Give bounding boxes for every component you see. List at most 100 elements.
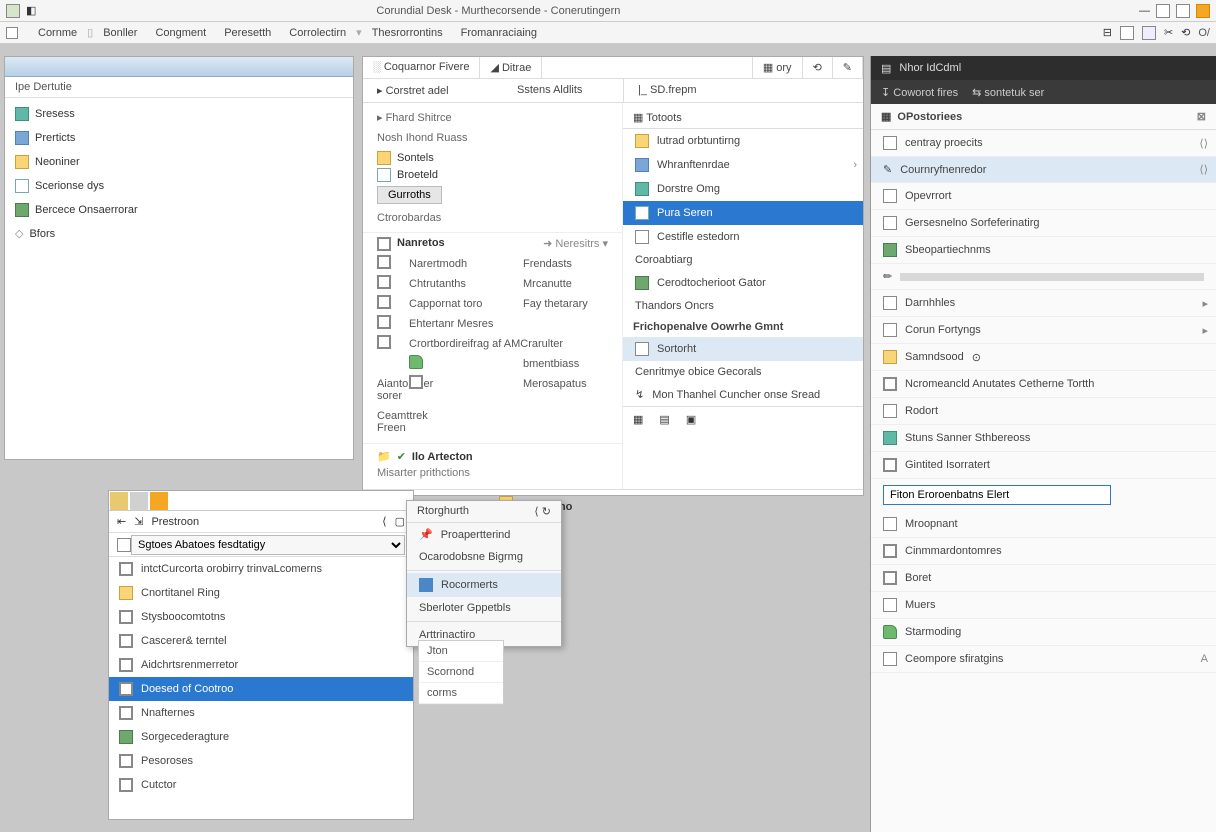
r-item[interactable]: Mroopnant bbox=[871, 511, 1216, 538]
tree-item[interactable]: Sresess bbox=[5, 102, 353, 126]
r-item[interactable]: Cinmmardontomres bbox=[871, 538, 1216, 565]
pin-icon[interactable]: ⇲ bbox=[134, 515, 143, 528]
sub-tab1[interactable]: ▸ Corstret adel bbox=[363, 79, 503, 102]
maximize-icon[interactable] bbox=[1156, 4, 1170, 18]
r-item[interactable]: Starmoding bbox=[871, 619, 1216, 646]
ctx-item[interactable]: 📌Proapertterind bbox=[407, 523, 561, 546]
sub-tab3[interactable]: |_ SD.frepm bbox=[623, 79, 711, 102]
r-item[interactable]: Muers bbox=[871, 592, 1216, 619]
tree-item[interactable]: ◇Bfors bbox=[5, 222, 353, 245]
tool-icon-6[interactable]: O/ bbox=[1198, 27, 1210, 39]
list-item-hl[interactable]: Sortorht bbox=[623, 337, 863, 361]
list-item[interactable]: intctCurcorta orobirry trinvaLcomerns bbox=[109, 557, 413, 581]
list-item[interactable]: Coroabtiarg bbox=[623, 249, 863, 271]
menu-corrolectirn[interactable]: Corrolectirn bbox=[281, 25, 354, 41]
ctab-edit[interactable]: ✎ bbox=[833, 57, 863, 78]
back-icon[interactable]: ⇤ bbox=[117, 515, 126, 528]
right-panel: ▤ Nhor IdCdml ↧ Coworot fires ⇆ sontetuk… bbox=[870, 56, 1216, 832]
close-icon[interactable] bbox=[1196, 4, 1210, 18]
rtab-2[interactable]: ⇆ sontetuk ser bbox=[972, 86, 1044, 99]
list-item-selected[interactable]: Doesed of Cootroo bbox=[109, 677, 413, 701]
r-item[interactable]: Gersesnelno Sorfeferinatirg bbox=[871, 210, 1216, 237]
list-item[interactable]: Cnortitanel Ring bbox=[109, 581, 413, 605]
r-item[interactable]: Ceompore sfiratginsA bbox=[871, 646, 1216, 673]
foot-icon3[interactable]: ▣ bbox=[686, 413, 696, 426]
ctab-2[interactable]: ◢ Ditrae bbox=[480, 57, 542, 78]
list-item[interactable]: Pesoroses bbox=[109, 749, 413, 773]
rtab-1[interactable]: ↧ Coworot fires bbox=[881, 86, 958, 99]
menu-peresetth[interactable]: Peresetth bbox=[216, 25, 279, 41]
list-item[interactable]: Cestifle estedorn bbox=[623, 225, 863, 249]
bl-tab2[interactable] bbox=[130, 492, 148, 510]
list-item[interactable]: Whranftenrdae› bbox=[623, 153, 863, 177]
r-item[interactable]: Ncromeancld Anutates Cetherne Tortth bbox=[871, 371, 1216, 398]
close-icon[interactable]: ⊠ bbox=[1197, 110, 1206, 123]
menu-congment[interactable]: Congment bbox=[147, 25, 214, 41]
r-item[interactable]: Opevrrort bbox=[871, 183, 1216, 210]
bl-combo[interactable]: Sgtoes Abatoes fesdtatigy bbox=[109, 533, 413, 557]
ctx-item[interactable]: Ocarodobsne Bigrmg bbox=[407, 546, 561, 568]
tree-item[interactable]: Bercece Onsaerrorar bbox=[5, 198, 353, 222]
list-item[interactable]: Stysboocomtotns bbox=[109, 605, 413, 629]
ctab-tool[interactable]: ▦ ory bbox=[752, 57, 803, 78]
ctx-item-hl[interactable]: Rocormerts bbox=[407, 573, 561, 597]
minimize-icon[interactable]: — bbox=[1139, 5, 1150, 17]
menu-cornme[interactable]: Cornme bbox=[30, 25, 85, 41]
system-menu-icon[interactable] bbox=[6, 27, 18, 39]
tree-item[interactable]: Neoniner bbox=[5, 150, 353, 174]
chevron-icon[interactable]: ⟨ bbox=[382, 515, 386, 528]
menu-bonller[interactable]: Bonller bbox=[95, 25, 145, 41]
list-item[interactable]: Cenritmye obice Gecorals bbox=[623, 361, 863, 383]
r-item[interactable]: Rodort bbox=[871, 398, 1216, 425]
r-item[interactable]: ✏ bbox=[871, 264, 1216, 290]
bl-tab3[interactable] bbox=[150, 492, 168, 510]
ctx-item[interactable]: Sberloter Gppetbls bbox=[407, 597, 561, 619]
r-item[interactable]: Boret bbox=[871, 565, 1216, 592]
list-item[interactable]: Cerodtocherioot Gator bbox=[623, 271, 863, 295]
tool-icon-2[interactable] bbox=[1120, 26, 1134, 40]
list-item[interactable]: Nnafternes bbox=[109, 701, 413, 725]
list-item[interactable]: ↯Mon Thanhel Cuncher onse Sread bbox=[623, 383, 863, 406]
menu-fromanraciaing[interactable]: Fromanraciaing bbox=[453, 25, 545, 41]
tool-icon-1[interactable]: ⊟ bbox=[1103, 26, 1112, 39]
list-item[interactable]: Sorgecederagture bbox=[109, 725, 413, 749]
mini-row[interactable]: Jton bbox=[419, 641, 503, 662]
tool-icon-4[interactable]: ✂ bbox=[1164, 26, 1173, 39]
r-item-hl[interactable]: ✎Cournryfnenredor⟨⟩ bbox=[871, 157, 1216, 183]
r-item[interactable]: Darnhhles▸ bbox=[871, 290, 1216, 317]
r-item[interactable]: Samndsood ⊙ bbox=[871, 344, 1216, 371]
tool-icon-5[interactable]: ⟲ bbox=[1181, 26, 1190, 39]
list-item-selected[interactable]: Pura Seren bbox=[623, 201, 863, 225]
max-icon[interactable]: ▢ bbox=[395, 515, 405, 528]
mini-row[interactable]: corms bbox=[419, 683, 503, 704]
restore-icon[interactable] bbox=[1176, 4, 1190, 18]
gurroths-button[interactable]: Gurroths bbox=[377, 186, 442, 204]
list-item[interactable]: lutrad orbtuntirng bbox=[623, 129, 863, 153]
filter-input[interactable] bbox=[883, 485, 1111, 505]
right-search-input[interactable] bbox=[883, 485, 1204, 505]
ctab-1[interactable]: ░ Coquarnor Fivere bbox=[363, 57, 480, 78]
mini-row[interactable]: Scornond bbox=[419, 662, 503, 683]
foot-icon1[interactable]: ▦ bbox=[633, 413, 643, 426]
list-item[interactable]: Thandors Oncrs bbox=[623, 295, 863, 317]
tree-item[interactable]: Prerticts bbox=[5, 126, 353, 150]
list-item[interactable]: Dorstre Omg bbox=[623, 177, 863, 201]
r-item[interactable]: Corun Fortyngs▸ bbox=[871, 317, 1216, 344]
colA-broeteld[interactable]: Broeteld bbox=[397, 169, 438, 181]
list-item[interactable]: Cascerer& terntel bbox=[109, 629, 413, 653]
sub-tab2[interactable]: Sstens Aldlits bbox=[503, 79, 623, 102]
list-item[interactable]: Aidchrtsrenmerretor bbox=[109, 653, 413, 677]
pencil-icon: ✎ bbox=[883, 163, 892, 176]
r-item[interactable]: centray proecits⟨⟩ bbox=[871, 130, 1216, 157]
r-item[interactable]: Gintited Isorratert bbox=[871, 452, 1216, 479]
ctab-refresh[interactable]: ⟲ bbox=[803, 57, 833, 78]
tree-item[interactable]: Scerionse dys bbox=[5, 174, 353, 198]
r-item[interactable]: Stuns Sanner Sthbereoss bbox=[871, 425, 1216, 452]
bl-select[interactable]: Sgtoes Abatoes fesdtatigy bbox=[131, 535, 405, 555]
tool-icon-3[interactable] bbox=[1142, 26, 1156, 40]
foot-icon2[interactable]: ▤ bbox=[659, 413, 669, 426]
menu-thesrorrontins[interactable]: Thesrorrontins bbox=[364, 25, 451, 41]
bl-tab1[interactable] bbox=[110, 492, 128, 510]
list-item[interactable]: Cutctor bbox=[109, 773, 413, 797]
r-item[interactable]: Sbeopartiechnms bbox=[871, 237, 1216, 264]
